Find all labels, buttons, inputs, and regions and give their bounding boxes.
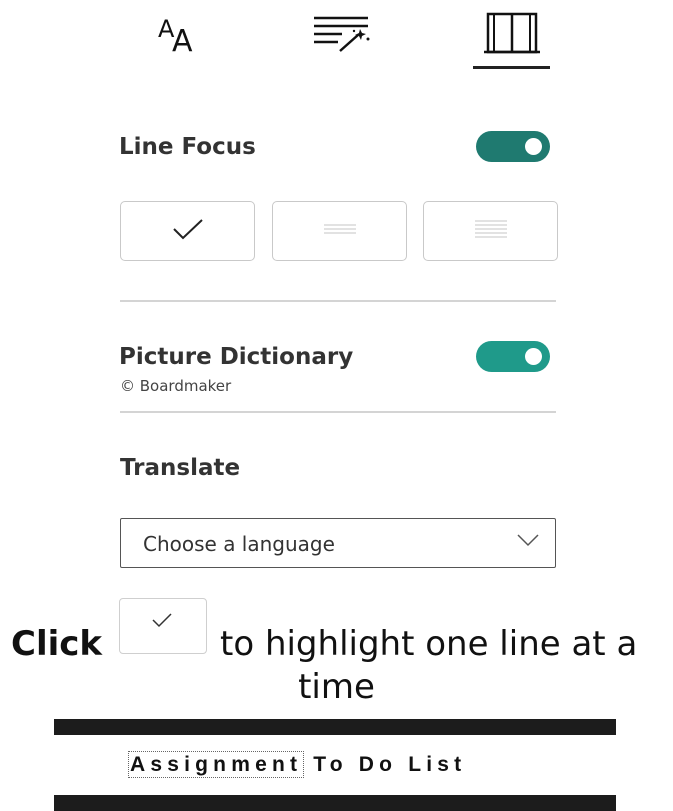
five-lines-icon xyxy=(474,218,508,245)
reading-preferences-book-icon xyxy=(482,10,542,61)
picture-dictionary-toggle[interactable] xyxy=(476,341,550,372)
picture-dictionary-credit: © Boardmaker xyxy=(120,377,232,395)
line-focus-toggle[interactable] xyxy=(476,131,550,162)
selected-tab-indicator xyxy=(473,66,550,69)
divider xyxy=(120,411,556,413)
instruction-text-line2: time xyxy=(298,667,375,707)
line-focus-three-lines-button[interactable] xyxy=(272,201,407,261)
line-focus-one-line-button-sample xyxy=(119,598,207,654)
toggle-knob xyxy=(525,138,542,155)
tab-reading-preferences[interactable] xyxy=(462,4,562,66)
grammar-options-icon xyxy=(310,11,374,60)
three-lines-icon xyxy=(323,222,357,241)
checkmark-icon xyxy=(171,217,205,246)
translate-title: Translate xyxy=(120,455,241,481)
instruction-click-word: Click xyxy=(11,624,103,664)
banner-title: Assignment To Do List xyxy=(127,751,467,778)
line-focus-title: Line Focus xyxy=(119,134,256,160)
checkmark-icon xyxy=(151,612,173,633)
svg-text:A: A xyxy=(172,24,193,53)
banner-bar-top xyxy=(54,719,616,735)
banner-word-rest: To Do List xyxy=(313,753,467,776)
picture-dictionary-title: Picture Dictionary xyxy=(119,344,354,370)
instruction-text: to highlight one line at a xyxy=(220,624,638,664)
toggle-knob xyxy=(525,348,542,365)
line-focus-one-line-button[interactable] xyxy=(120,201,255,261)
banner-word-highlighted: Assignment xyxy=(127,751,305,778)
divider xyxy=(120,300,556,302)
chevron-down-icon xyxy=(517,533,539,552)
tab-grammar-options[interactable] xyxy=(292,4,392,66)
text-size-icon: A A xyxy=(150,13,206,59)
line-focus-five-lines-button[interactable] xyxy=(423,201,558,261)
banner-bar-bottom xyxy=(54,795,616,811)
language-select[interactable]: Choose a language xyxy=(120,518,556,568)
language-select-value: Choose a language xyxy=(143,532,335,556)
tab-text-preferences[interactable]: A A xyxy=(128,4,228,66)
